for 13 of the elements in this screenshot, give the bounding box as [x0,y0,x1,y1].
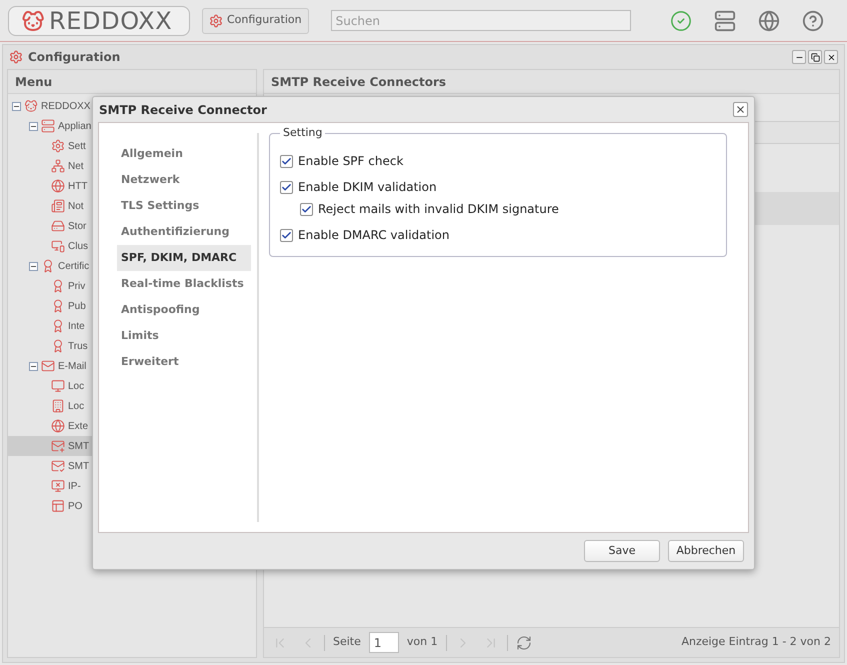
checkbox-label: Reject mails with invalid DKIM signature [318,201,559,218]
page-label: Seite [332,634,362,650]
panel-title: Menu [15,74,52,90]
window-title: Configuration [28,49,120,66]
page-total: von 1 [406,634,439,650]
dialog-title: SMTP Receive Connector [99,102,267,118]
panel-title: SMTP Receive Connectors [271,74,446,90]
checkbox-label: Enable DKIM validation [298,179,437,196]
logo: REDDOXX [8,6,190,36]
checkbox-label: Enable SPF check [298,153,404,170]
group-legend: Setting [280,126,326,140]
paging-summary: Anzeige Eintrag 1 - 2 von 2 [681,634,832,650]
checkbox-label: Enable DMARC validation [298,227,450,244]
